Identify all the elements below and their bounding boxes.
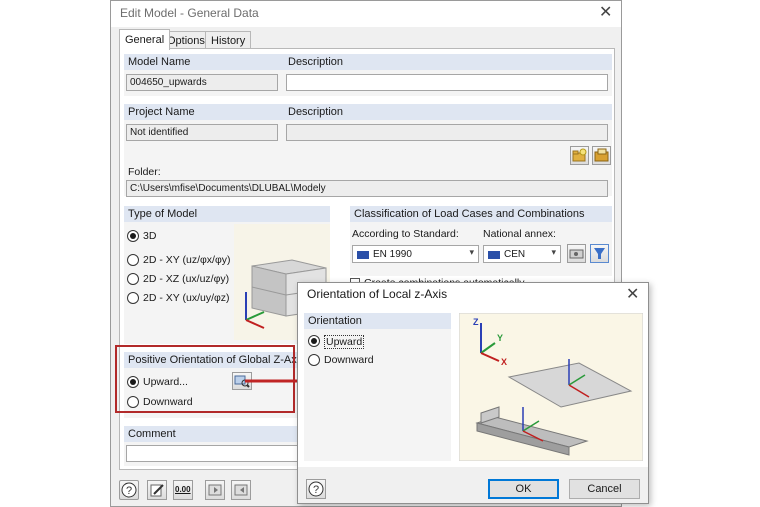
radio-2d-xy-planar[interactable] [127,292,139,304]
import-button[interactable] [205,480,225,500]
orientation-dialog: Orientation of Local z-Axis ✕ Orientatio… [297,282,649,504]
radio-3d[interactable] [127,230,139,242]
project-name-field[interactable]: Not identified [126,124,278,141]
chevron-down-icon: ▾ [551,247,556,257]
standard-value: EN 1990 [373,249,412,260]
help-button[interactable]: ? [119,480,139,500]
settings-icon [569,249,584,259]
units-button[interactable]: 0.00 [173,480,193,500]
new-project-button[interactable] [570,146,589,165]
eu-flag-icon [488,251,500,259]
radio-local-downward[interactable] [308,354,320,366]
folder-label: Folder: [128,166,161,178]
description-header: Description [284,54,612,70]
radio-2d-xy[interactable] [127,254,139,266]
according-to-standard-label: According to Standard: [352,228,459,240]
title-bar: Edit Model - General Data ✕ [111,1,621,27]
radio-2d-xy-planar-label: 2D - XY (ux/uy/φz) [143,292,230,304]
radio-2d-xz[interactable] [127,273,139,285]
description-field[interactable] [286,74,608,91]
radio-local-upward-label: Upward [324,335,365,349]
radio-2d-xz-label: 2D - XZ (ux/uz/φy) [143,273,230,285]
ok-button[interactable]: OK [488,479,559,499]
standard-select[interactable]: EN 1990 ▾ [352,245,479,263]
axis-label-z: Z [473,317,479,327]
svg-text:?: ? [126,485,132,497]
chevron-down-icon: ▾ [469,247,474,257]
national-annex-label: National annex: [483,228,556,240]
radio-local-upward[interactable] [308,335,320,347]
help-icon: ? [308,481,324,497]
sub-dialog-title: Orientation of Local z-Axis [307,287,448,301]
project-group: Project Name Description Not identified … [124,104,612,197]
edit-icon [150,484,164,497]
tab-history[interactable]: History [205,31,252,49]
axis-label-x: X [501,357,507,367]
filter-button[interactable] [590,244,609,263]
model-name-header: Model Name [124,54,284,70]
orientation-header: Orientation [304,313,451,329]
local-axis-illustration-icon: Z Y X [459,313,643,461]
comment-group: Comment [124,426,306,466]
new-folder-icon [572,148,587,162]
annex-value: CEN [504,249,526,260]
dialog-title: Edit Model - General Data [120,6,259,20]
tab-general[interactable]: General [119,29,171,50]
classification-group: Classification of Load Cases and Combina… [350,206,612,276]
eu-flag-icon [357,251,369,259]
project-description-header: Description [284,104,612,120]
filter-icon [594,248,605,259]
import-icon [208,484,222,496]
radio-local-downward-label: Downward [324,354,374,366]
edit-button[interactable] [147,480,167,500]
export-button[interactable] [231,480,251,500]
model-name-group: Model Name Description 004650_upwards [124,54,612,96]
project-description-field[interactable] [286,124,608,141]
export-icon [234,484,248,496]
comment-field[interactable] [126,445,304,462]
sub-title-bar: Orientation of Local z-Axis ✕ [298,283,648,307]
radio-3d-label: 3D [143,230,157,242]
close-icon[interactable]: ✕ [626,287,639,303]
project-name-header: Project Name [124,104,284,120]
cancel-button[interactable]: Cancel [569,479,640,499]
comment-header: Comment [124,426,306,442]
sub-help-button[interactable]: ? [306,479,326,499]
annex-select[interactable]: CEN ▾ [483,245,561,263]
axis-label-y: Y [497,333,503,343]
orientation-group: Orientation Upward Downward [304,313,451,461]
annex-settings-button[interactable] [567,244,586,263]
project-folder-icon [594,148,609,162]
close-icon[interactable]: ✕ [599,5,612,21]
units-icon: 0.00 [175,485,191,494]
folder-field[interactable]: C:\Users\mfise\Documents\DLUBAL\Modely [126,180,608,197]
type-of-model-header: Type of Model [124,206,330,222]
help-icon: ? [121,482,137,498]
radio-2d-xy-label: 2D - XY (uz/φx/φy) [143,254,231,266]
svg-text:?: ? [313,484,319,496]
project-manager-button[interactable] [592,146,611,165]
model-name-field[interactable]: 004650_upwards [126,74,278,91]
classification-header: Classification of Load Cases and Combina… [350,206,612,222]
